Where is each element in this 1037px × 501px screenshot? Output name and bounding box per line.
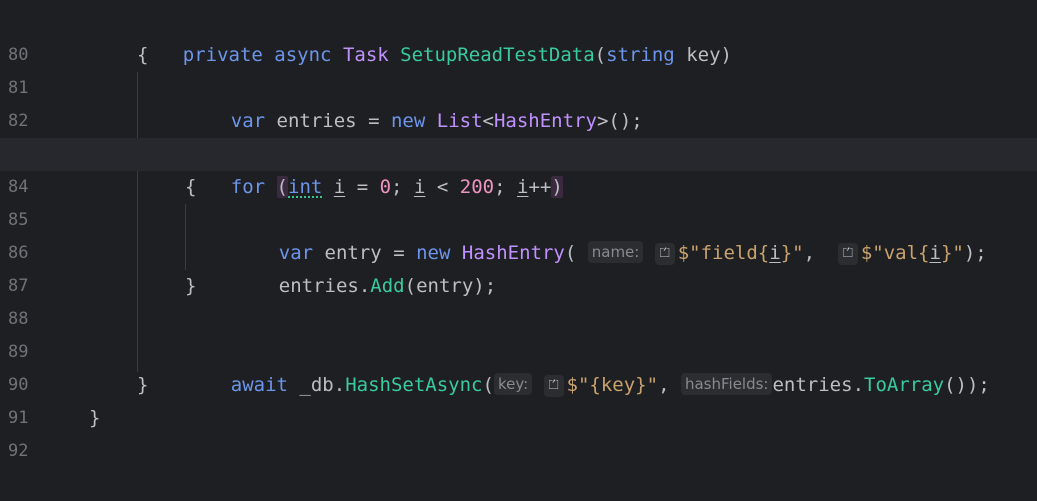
brace-open: { — [137, 44, 149, 66]
brace-open: { — [185, 176, 197, 198]
brace-close: } — [137, 374, 149, 396]
code-line-83[interactable]: 83 — [0, 105, 1037, 164]
code-line-91[interactable]: 91 } — [0, 369, 1037, 428]
line-number: 92 — [8, 441, 29, 461]
code-line-87[interactable]: 87 entries.Add(entry); — [0, 237, 1037, 297]
code-line-90[interactable]: 90 await _db.HashSetAsync(key: ⏍ $"{key}"… — [0, 336, 1037, 397]
brace-close: } — [185, 275, 197, 297]
code-line-86[interactable]: 86 var entry = new HashEntry( name: ⏍ $"f… — [0, 204, 1037, 265]
code-line-85[interactable]: 85 { — [0, 171, 1037, 230]
code-line-84[interactable]: 84 for (int i = 0; i < 200; i++) — [0, 138, 1037, 198]
code-line-88[interactable]: 88 } — [0, 270, 1037, 329]
code-line-92[interactable]: 92 } — [0, 402, 1037, 461]
code-line-80[interactable]: 80 private async Task SetupReadTestData(… — [0, 6, 1037, 66]
code-line-81[interactable]: 81 { — [0, 39, 1037, 98]
code-line-82[interactable]: 82 var entries = new List<HashEntry>(); — [0, 72, 1037, 132]
code-line-89[interactable]: 89 — [0, 303, 1037, 362]
brace-close: } — [89, 407, 101, 429]
